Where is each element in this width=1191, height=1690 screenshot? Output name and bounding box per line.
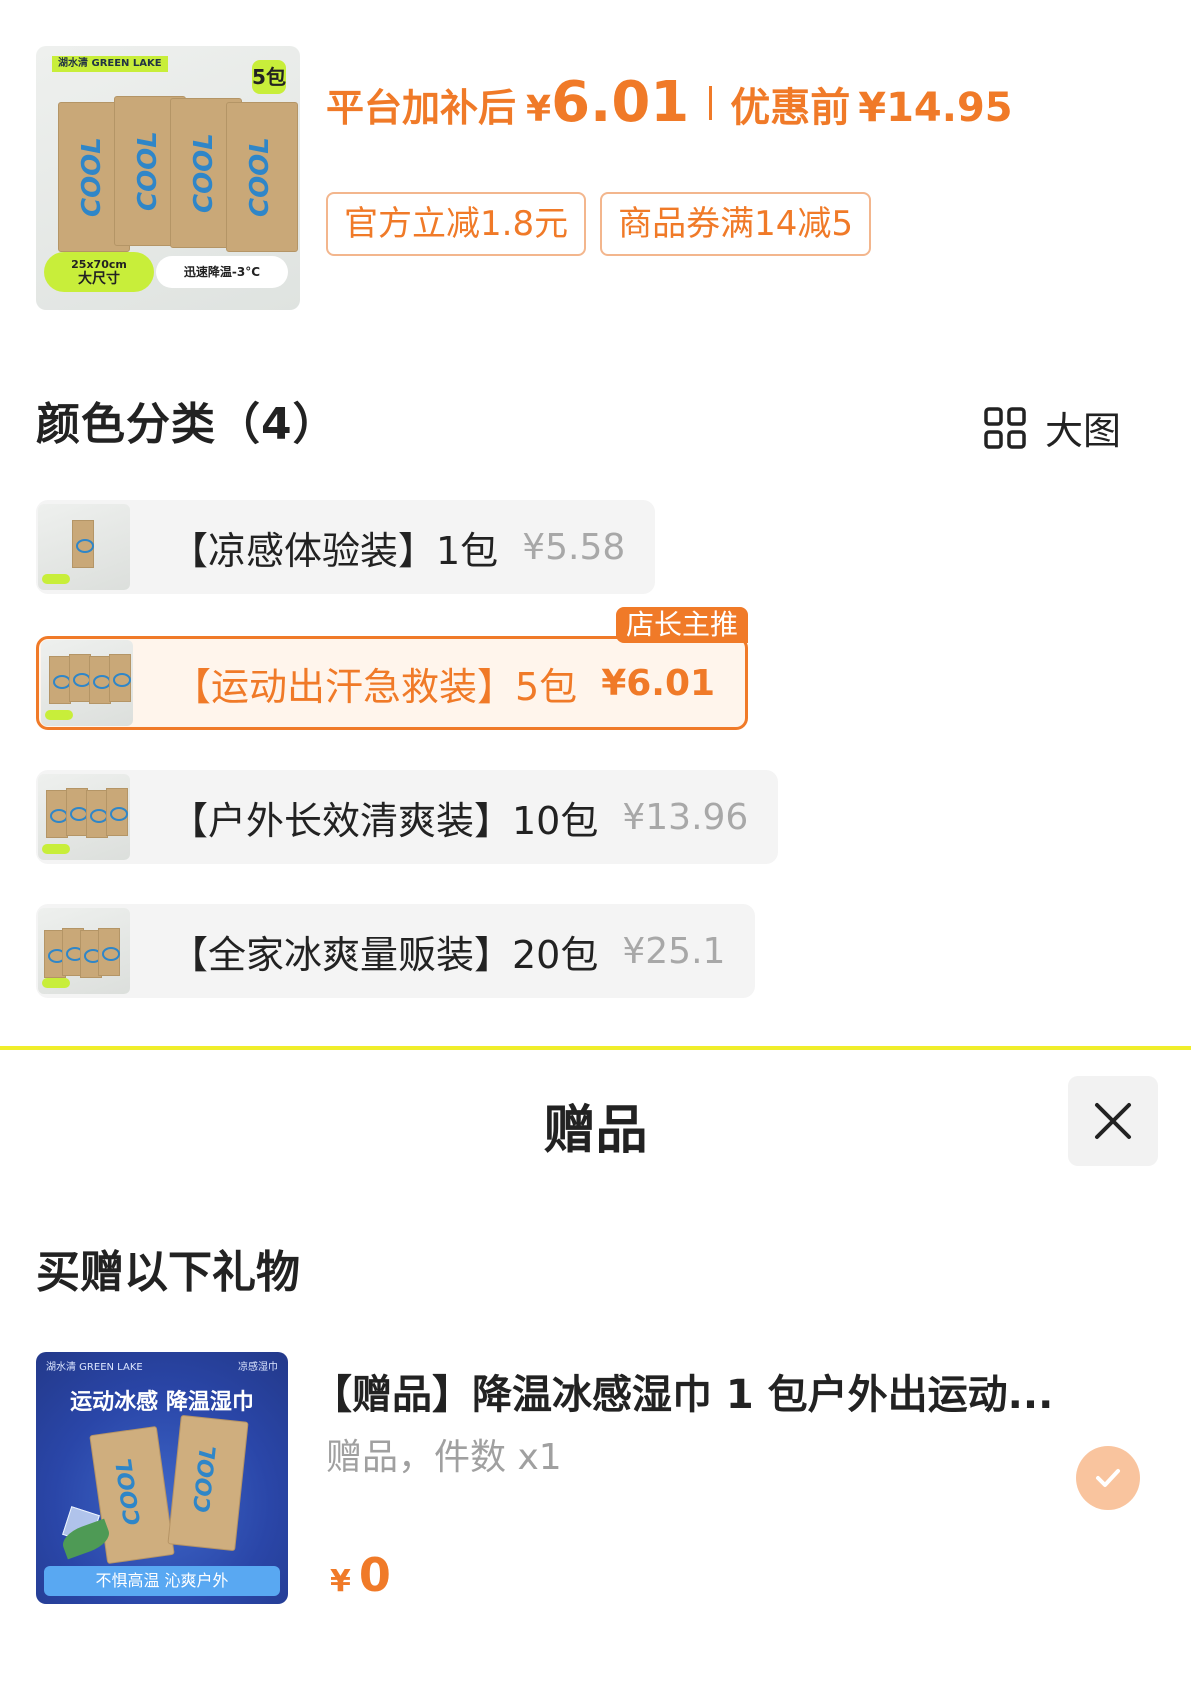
product-image-cool-label: 迅速降温-3°C bbox=[156, 256, 288, 288]
gift-image-brand: 湖水清 GREEN LAKE bbox=[46, 1362, 143, 1373]
label-graphic bbox=[42, 844, 70, 854]
gift-price-value: 0 bbox=[358, 1548, 391, 1602]
option-item-10pack[interactable]: 【户外长效清爽装】10包 ¥13.96 bbox=[36, 770, 779, 864]
price-separator bbox=[709, 85, 713, 120]
check-icon bbox=[1096, 1469, 1120, 1487]
gift-section-label: 买赠以下礼物 bbox=[36, 1247, 300, 1298]
product-image-brand: 湖水清 GREEN LAKE bbox=[52, 56, 168, 72]
label-graphic bbox=[42, 574, 70, 584]
price-before-label: 优惠前 bbox=[730, 85, 851, 131]
pack-graphic bbox=[89, 656, 111, 704]
gift-image[interactable]: 湖水清 GREEN LAKE 凉感湿巾 运动冰感 降温湿巾 不惧高温 沁爽户外 bbox=[36, 1352, 288, 1604]
gift-image-brand-right: 凉感湿巾 bbox=[238, 1362, 278, 1373]
pack-graphic bbox=[226, 102, 298, 252]
option-item-5pack[interactable]: 店长主推 【运动出汗急救装】5包 ¥6.01 bbox=[36, 607, 749, 730]
coupon-list: 官方立减1.8元 商品券满14减5 bbox=[326, 192, 871, 256]
option-name: 【凉感体验装】1包 bbox=[170, 528, 499, 573]
big-view-label: 大图 bbox=[1044, 409, 1121, 453]
gift-selected-check[interactable] bbox=[1076, 1446, 1140, 1510]
pack-graphic bbox=[69, 654, 91, 702]
sheet-divider bbox=[0, 1046, 1191, 1050]
option-item-1pack[interactable]: 【凉感体验装】1包 ¥5.58 bbox=[36, 500, 656, 594]
pack-graphic bbox=[109, 654, 131, 702]
price-line: 平台加补后 ¥ 6.01 优惠前 ¥14.95 bbox=[326, 70, 1013, 135]
price-after-label: 平台加补后 bbox=[326, 86, 517, 130]
option-price: ¥25.1 bbox=[622, 930, 726, 972]
price-before: ¥14.95 bbox=[858, 85, 1013, 131]
product-image-size-label: 25x70cm 大尺寸 bbox=[44, 252, 154, 292]
close-icon bbox=[1095, 1103, 1131, 1139]
option-item-20pack[interactable]: 【全家冰爽量贩装】20包 ¥25.1 bbox=[36, 904, 756, 998]
product-image-count-badge: 5包 bbox=[252, 60, 286, 94]
gift-price-currency: ¥ bbox=[330, 1564, 351, 1599]
coupon-official-discount[interactable]: 官方立减1.8元 bbox=[326, 192, 587, 256]
option-thumbnail bbox=[38, 504, 130, 590]
gift-subtitle: 赠品，件数 x1 bbox=[326, 1437, 562, 1478]
price-after: 6.01 bbox=[551, 70, 690, 135]
label-graphic bbox=[42, 978, 70, 988]
price-currency: ¥ bbox=[526, 89, 552, 130]
pack-graphic bbox=[106, 788, 128, 836]
option-price: ¥5.58 bbox=[522, 526, 626, 568]
option-name: 【运动出汗急救装】5包 bbox=[173, 664, 578, 709]
pack-graphic bbox=[167, 1414, 249, 1552]
pack-graphic bbox=[86, 790, 108, 838]
pack-graphic bbox=[46, 790, 68, 838]
pack-graphic bbox=[49, 656, 71, 704]
label-graphic bbox=[45, 710, 73, 720]
gift-image-title: 运动冰感 降温湿巾 bbox=[70, 1390, 254, 1415]
option-name: 【全家冰爽量贩装】20包 bbox=[170, 932, 599, 977]
pack-graphic bbox=[98, 928, 120, 976]
options-title: 颜色分类（4） bbox=[36, 399, 338, 450]
grid-icon bbox=[984, 406, 1026, 449]
option-thumbnail bbox=[38, 774, 130, 860]
big-view-toggle[interactable]: 大图 bbox=[983, 400, 1121, 455]
option-price: ¥6.01 bbox=[601, 662, 716, 704]
size-text: 大尺寸 bbox=[78, 271, 120, 287]
product-image[interactable]: 湖水清 GREEN LAKE 5包 25x70cm 大尺寸 迅速降温-3°C bbox=[36, 46, 300, 310]
option-name: 【户外长效清爽装】10包 bbox=[170, 798, 599, 843]
pack-graphic bbox=[72, 520, 94, 568]
gift-price: ¥ 0 bbox=[330, 1548, 391, 1602]
gift-name: 【赠品】降温冰感湿巾 1 包户外出运动... bbox=[312, 1372, 1054, 1418]
recommend-tag: 店长主推 bbox=[616, 607, 749, 643]
option-thumbnail bbox=[38, 908, 130, 994]
pack-graphic bbox=[66, 788, 88, 836]
coupon-store-voucher[interactable]: 商品券满14减5 bbox=[600, 192, 871, 256]
product-header: 湖水清 GREEN LAKE 5包 25x70cm 大尺寸 迅速降温-3°C 平… bbox=[0, 0, 1191, 360]
option-price: ¥13.96 bbox=[622, 796, 749, 838]
close-button[interactable] bbox=[1068, 1076, 1158, 1166]
gift-image-footer: 不惧高温 沁爽户外 bbox=[44, 1566, 280, 1596]
size-dimension: 25x70cm bbox=[71, 258, 127, 271]
option-thumbnail bbox=[41, 640, 133, 726]
sheet-title: 赠品 bbox=[543, 1101, 648, 1161]
